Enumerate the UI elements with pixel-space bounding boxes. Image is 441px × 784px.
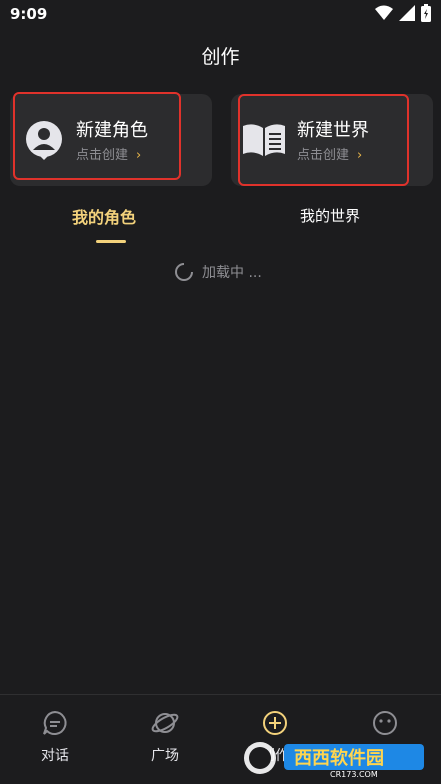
tab-my-roles[interactable]: 我的角色 bbox=[72, 204, 136, 228]
svg-text:CR173.COM: CR173.COM bbox=[330, 770, 378, 778]
nav-label-plaza: 广场 bbox=[151, 748, 179, 764]
nav-item-plaza[interactable]: 广场 bbox=[110, 709, 220, 765]
nav-label-chat: 对话 bbox=[41, 748, 69, 764]
watermark-logo: 西西软件园 CR173.COM bbox=[240, 738, 430, 779]
signal-icon bbox=[399, 5, 415, 21]
loading-text: 加载中 ... bbox=[202, 265, 262, 281]
world-card-highlight bbox=[238, 94, 409, 186]
loading-indicator: 加载中 ... bbox=[174, 262, 262, 282]
status-bar: 9:09 bbox=[0, 0, 441, 30]
wifi-icon bbox=[375, 5, 393, 20]
nav-item-chat[interactable]: 对话 bbox=[0, 709, 110, 765]
page-title: 创作 bbox=[201, 46, 240, 68]
battery-icon bbox=[421, 4, 431, 22]
role-card-highlight bbox=[13, 92, 181, 180]
status-icons bbox=[375, 4, 431, 22]
add-circle-icon bbox=[263, 711, 287, 735]
status-time: 9:09 bbox=[10, 5, 48, 23]
chat-icon bbox=[43, 710, 67, 735]
tab-my-worlds[interactable]: 我的世界 bbox=[300, 205, 360, 226]
spinner-icon bbox=[175, 263, 193, 281]
active-tab-indicator bbox=[96, 240, 126, 243]
watermark-graphic: 西西软件园 CR173.COM bbox=[244, 742, 424, 779]
smile-icon bbox=[373, 711, 397, 735]
svg-text:西西软件园: 西西软件园 bbox=[294, 747, 384, 769]
planet-icon bbox=[151, 713, 179, 733]
